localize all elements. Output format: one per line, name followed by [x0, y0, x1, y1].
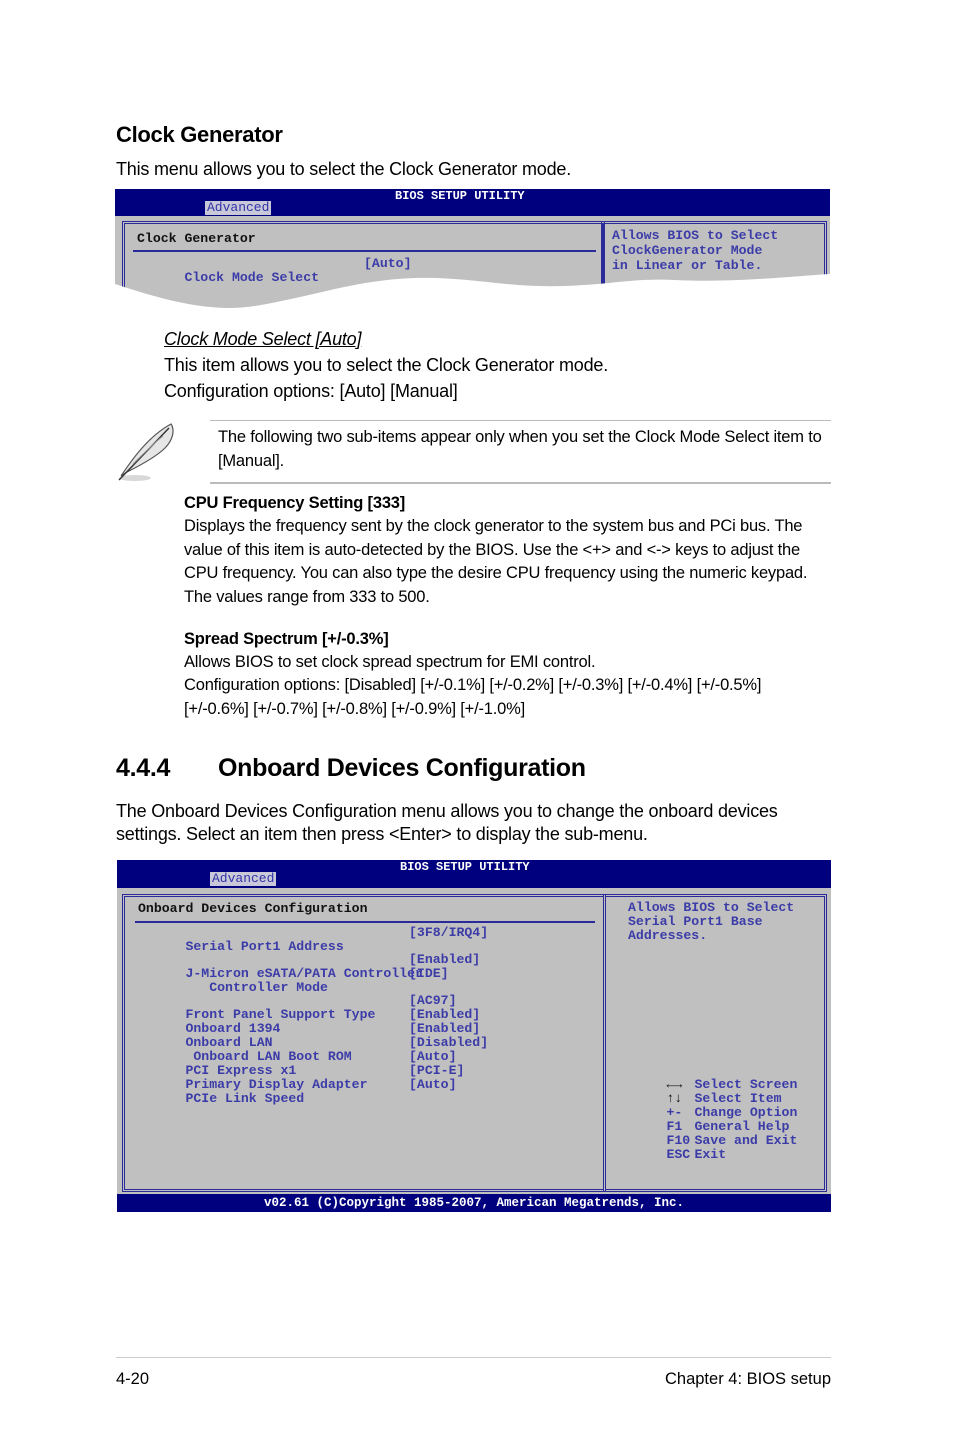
clock-mode-select-options: Configuration options: [Auto] [Manual] — [164, 381, 458, 401]
tab-advanced[interactable]: Advanced — [205, 201, 272, 215]
bios-item-pcie-link-speed[interactable]: PCIe Link Speed [Auto] — [138, 1078, 456, 1119]
help-line: Allows BIOS to Select — [612, 228, 779, 243]
bios-title: BIOS SETUP UTILITY — [400, 860, 530, 874]
bios-section-title: Onboard Devices Configuration — [138, 901, 368, 916]
bios-item-value[interactable]: [Auto] — [409, 1078, 456, 1092]
bios-main-panel: Onboard Devices Configuration Serial Por… — [122, 894, 606, 1192]
bios-item-value[interactable]: [Enabled] — [409, 1008, 480, 1022]
bios-item-value[interactable]: [Auto] — [409, 1050, 456, 1064]
key-hint-exit: ESC Exit — [619, 1134, 726, 1175]
page-number: 4-20 — [116, 1370, 150, 1388]
bios-item-label: Controller Mode — [185, 979, 328, 995]
key-hint-key: ESC — [666, 1146, 691, 1162]
clock-generator-intro: This menu allows you to select the Clock… — [116, 159, 572, 179]
note-text: The following two sub-items appear only … — [218, 428, 822, 470]
bios-item-label: Serial Port1 Address — [185, 938, 344, 954]
footer-rule — [116, 1357, 831, 1358]
onboard-intro: The Onboard Devices Configuration menu a… — [116, 801, 778, 844]
torn-edge — [115, 274, 830, 314]
bios-titlebar: BIOS SETUP UTILITY Advanced — [117, 860, 831, 888]
bios-item-value[interactable]: [Disabled] — [409, 1036, 488, 1050]
clock-mode-select-desc: This item allows you to select the Clock… — [164, 355, 608, 375]
section-divider — [133, 250, 596, 252]
bios-screen-onboard-devices: BIOS SETUP UTILITY Advanced Onboard Devi… — [117, 860, 831, 1212]
section-heading: Onboard Devices Configuration — [218, 754, 586, 782]
bios-titlebar: BIOS SETUP UTILITY Advanced — [115, 189, 830, 216]
bios-title: BIOS SETUP UTILITY — [395, 189, 525, 203]
bios-item-value[interactable]: [Auto] — [364, 257, 411, 271]
section-divider — [135, 921, 595, 923]
bios-item-value[interactable]: [Enabled] — [409, 1022, 480, 1036]
bios-item-value[interactable]: [IDE] — [409, 967, 449, 981]
bios-item-label: PCIe Link Speed — [185, 1090, 305, 1106]
bios-item-value[interactable]: [Enabled] — [409, 953, 480, 967]
clock-mode-select-title: Clock Mode Select [Auto] — [164, 329, 362, 349]
bios-item-value[interactable]: [AC97] — [409, 994, 456, 1008]
note-bottom-rule — [210, 482, 831, 484]
spread-spectrum-options: Configuration options: [Disabled] [+/-0.… — [184, 676, 762, 718]
bios-item-value[interactable]: [PCI-E] — [409, 1064, 464, 1078]
help-line: in Linear or Table. — [612, 258, 763, 273]
help-line: ClockGenerator Mode — [612, 243, 763, 258]
bios-item-value[interactable]: [3F8/IRQ4] — [409, 926, 488, 940]
help-line: Serial Port1 Base — [628, 914, 763, 929]
bios-section-title: Clock Generator — [137, 231, 256, 246]
bios-help-panel: Allows BIOS to Select Serial Port1 Base … — [603, 894, 827, 1192]
bios-copyright-footer: v02.61 (C)Copyright 1985-2007, American … — [117, 1194, 831, 1212]
feather-pen-icon — [118, 423, 174, 481]
cpu-frequency-title: CPU Frequency Setting [333] — [184, 494, 406, 512]
help-line: Allows BIOS to Select — [628, 900, 795, 915]
spread-spectrum-title: Spread Spectrum [+/-0.3%] — [184, 630, 389, 648]
chapter-label: Chapter 4: BIOS setup — [664, 1370, 831, 1388]
key-hint-action: Exit — [694, 1146, 727, 1162]
tab-advanced[interactable]: Advanced — [210, 872, 277, 886]
section-number: 4.4.4 — [116, 754, 171, 782]
note-top-rule — [210, 420, 831, 421]
spread-spectrum-desc: Allows BIOS to set clock spread spectrum… — [184, 653, 596, 671]
clock-generator-heading: Clock Generator — [116, 122, 283, 147]
bios-screen-clock-generator: BIOS SETUP UTILITY Advanced Clock Genera… — [115, 189, 830, 314]
cpu-frequency-body: Displays the frequency sent by the clock… — [184, 517, 808, 606]
help-line: Addresses. — [628, 928, 708, 943]
